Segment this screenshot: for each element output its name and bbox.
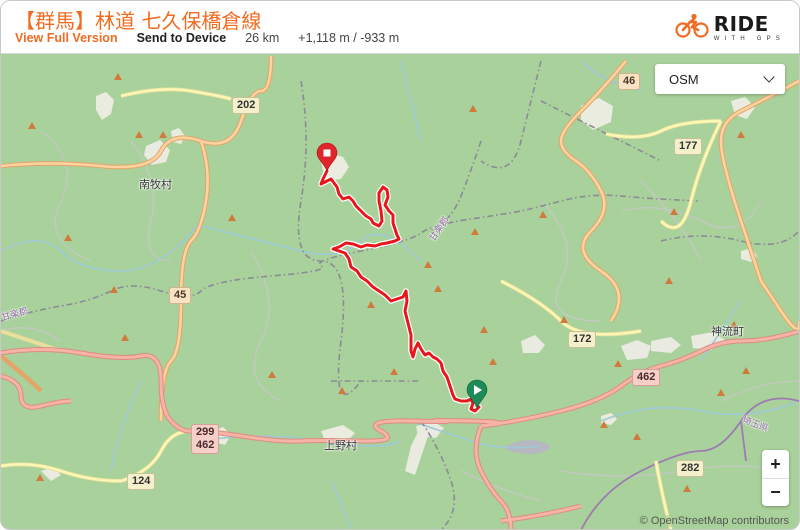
zoom-control: + − [762,450,789,506]
zoom-out-button[interactable]: − [762,478,789,506]
road-shield: 45 [169,287,192,304]
send-to-device-link[interactable]: Send to Device [137,31,227,45]
view-full-version-link[interactable]: View Full Version [15,31,118,45]
logo-sub-text: WITH GPS [713,36,785,42]
map-tiles [1,54,799,529]
road-shield: 124 [127,473,156,490]
cyclist-icon [674,13,710,44]
place-label: 神流町 [711,325,744,338]
place-label: 南牧村 [139,178,172,191]
ridewithgps-logo[interactable]: RIDE WITH GPS [674,13,785,43]
road-shield: 462 [632,369,661,386]
place-label: 上野村 [324,439,357,452]
road-shield: 177 [674,138,703,155]
chevron-down-icon [763,71,775,83]
road-shield: 282 [676,460,705,477]
zoom-in-button[interactable]: + [762,450,789,478]
route-title: 【群馬】林道 七久保橋倉線 [15,9,262,33]
road-shield: 299 462 [191,424,220,454]
stop-icon [323,149,331,157]
attribution-text[interactable]: © OpenStreetMap contributors [640,515,789,527]
map-layer-value: OSM [669,71,699,87]
map-canvas[interactable]: 202 46 177 45 172 462 299 462 124 282 南牧… [1,54,799,529]
route-header: 【群馬】林道 七久保橋倉線 View Full Version Send to … [1,1,799,54]
road-shield: 46 [618,73,641,90]
map-embed: 【群馬】林道 七久保橋倉線 View Full Version Send to … [0,0,800,530]
map-layer-select[interactable]: OSM [655,64,785,94]
road-shield: 202 [232,97,261,114]
map-attribution: © OpenStreetMap contributors [637,515,791,527]
logo-ride-text: RIDE [713,12,769,36]
road-shield: 172 [568,331,597,348]
route-elevation: +1,118 m / -933 m [298,31,400,45]
route-distance: 26 km [245,31,280,45]
route-actions: View Full Version Send to Device 26 km +… [15,31,418,45]
